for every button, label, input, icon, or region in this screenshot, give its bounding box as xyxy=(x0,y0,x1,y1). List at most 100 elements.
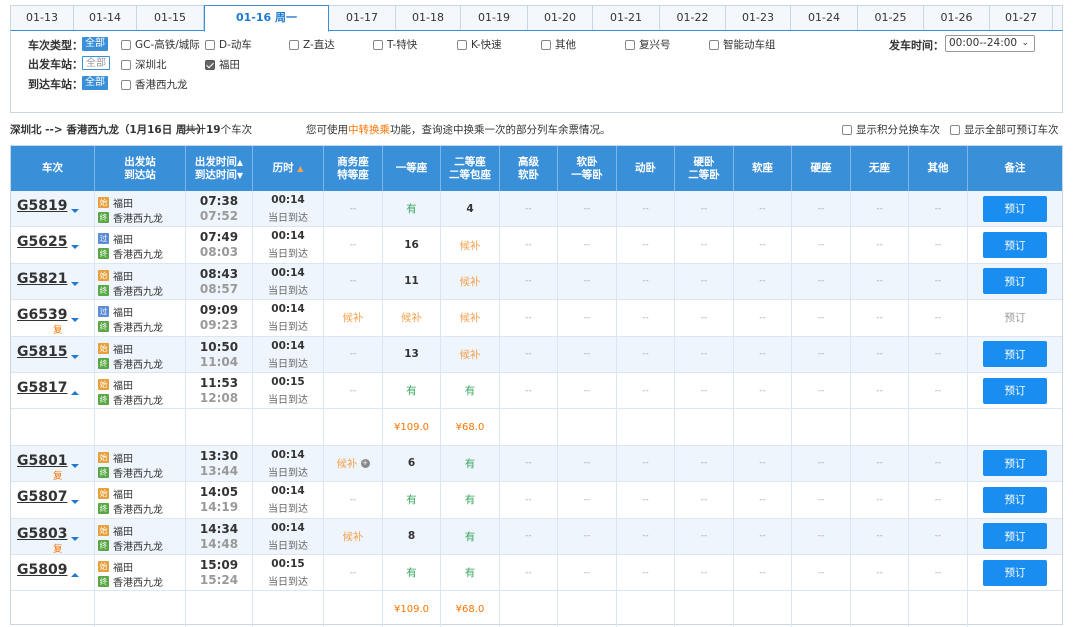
show-bookable-option[interactable]: 显示全部可预订车次 xyxy=(950,122,1059,137)
depart-option-futian[interactable]: 福田 xyxy=(205,57,240,72)
date-tab[interactable]: 01-19 xyxy=(461,6,528,30)
date-tab[interactable]: 01-17 xyxy=(329,6,396,30)
date-tab[interactable]: 01-16 周一 xyxy=(204,5,329,32)
date-tab[interactable]: 01-27 xyxy=(990,6,1053,30)
date-tab[interactable]: 01-25 xyxy=(858,6,924,30)
depart-station-name: 福田 xyxy=(113,563,133,574)
train-type-option[interactable]: 智能动车组 xyxy=(709,37,776,52)
date-tab[interactable]: 01-26 xyxy=(924,6,990,30)
depart-option-shenzhenbei[interactable]: 深圳北 xyxy=(121,57,167,72)
depart-all-button[interactable]: 全部 xyxy=(82,56,110,70)
checkbox-icon[interactable] xyxy=(709,39,719,50)
seat-availability: -- xyxy=(700,531,708,542)
table-row: G5809 始福田终香港西九龙 15:09 15:24 00:15 当日到达 -- 有有 -- -… xyxy=(11,555,1062,592)
sort-down-icon[interactable]: ▼ xyxy=(237,171,243,180)
train-number-link[interactable]: G5815 xyxy=(17,344,67,360)
book-button[interactable]: 预订 xyxy=(983,523,1047,550)
chevron-down-icon[interactable] xyxy=(71,245,79,250)
train-type-option[interactable]: D-动车 xyxy=(205,37,252,52)
date-tab[interactable]: 01-23 xyxy=(726,6,791,30)
checkbox-icon[interactable] xyxy=(205,39,215,50)
book-button[interactable]: 预订 xyxy=(983,268,1047,295)
chevron-down-icon[interactable] xyxy=(71,209,79,213)
table-cell xyxy=(968,591,1062,626)
seat-availability: -- xyxy=(934,349,942,360)
book-button[interactable]: 预订 xyxy=(983,559,1047,586)
train-type-option[interactable]: K-快速 xyxy=(457,37,502,52)
date-tab[interactable]: 01-14 xyxy=(74,6,137,30)
info-icon[interactable]: + xyxy=(360,458,370,468)
date-tab[interactable]: 01-22 xyxy=(660,6,726,30)
transfer-link[interactable]: 中转换乘 xyxy=(348,124,390,136)
book-button[interactable]: 预订 xyxy=(983,450,1047,477)
train-number-link[interactable]: G5803 xyxy=(17,526,67,542)
chevron-down-icon[interactable] xyxy=(71,318,79,323)
train-type-all-button[interactable]: 全部 xyxy=(82,37,108,51)
seat-availability: -- xyxy=(934,240,942,251)
train-number-link[interactable]: G5807 xyxy=(17,489,67,505)
filter-panel: 车次类型： 全部 GC-高铁/城际 D-动车 Z-直达 T-特快 K-快速 其他 复兴号 智能… xyxy=(10,31,1063,113)
train-type-option[interactable]: Z-直达 xyxy=(289,37,335,52)
seat-availability: 16 xyxy=(404,239,419,252)
chevron-down-icon[interactable] xyxy=(71,281,79,286)
checkbox-icon[interactable] xyxy=(289,39,299,50)
col-duration[interactable]: 历时 ▲ xyxy=(253,146,324,191)
train-number-link[interactable]: G5625 xyxy=(17,234,67,250)
arrive-option-xijiulong[interactable]: 香港西九龙 xyxy=(121,77,188,92)
chevron-down-icon[interactable] xyxy=(71,536,79,541)
train-type-option[interactable]: T-特快 xyxy=(373,37,417,52)
checkbox-icon[interactable] xyxy=(625,39,635,50)
book-button[interactable]: 预订 xyxy=(983,486,1047,513)
date-tab[interactable]: 01-18 xyxy=(396,6,461,30)
train-type-option[interactable]: 其他 xyxy=(541,37,576,52)
seat-availability: 有 xyxy=(406,203,417,216)
col-time[interactable]: 出发时间▲ 到达时间▼ xyxy=(186,146,253,191)
checkbox-checked-icon[interactable] xyxy=(205,59,215,70)
date-tab[interactable]: 01-24 xyxy=(791,6,858,30)
arrive-all-button[interactable]: 全部 xyxy=(82,76,108,90)
date-tab[interactable]: 01-20 xyxy=(528,6,593,30)
train-number-link[interactable]: G5801 xyxy=(17,453,67,469)
table-cell: -- xyxy=(617,555,675,591)
table-cell: 有 xyxy=(383,373,441,409)
table-cell: 07:49 08:03 xyxy=(186,227,253,263)
chevron-down-icon[interactable] xyxy=(71,463,79,468)
checkbox-icon[interactable] xyxy=(121,79,131,90)
checkbox-icon[interactable] xyxy=(121,59,131,70)
book-button[interactable]: 预订 xyxy=(983,341,1047,368)
checkbox-icon[interactable] xyxy=(121,39,131,50)
train-type-option[interactable]: 复兴号 xyxy=(625,37,671,52)
train-number-link[interactable]: G5817 xyxy=(17,380,67,396)
checkbox-icon[interactable] xyxy=(950,124,960,135)
chevron-up-icon[interactable] xyxy=(71,573,79,577)
book-button[interactable]: 预订 xyxy=(983,377,1047,404)
station-tag-icon: 过 xyxy=(98,306,109,318)
chevron-down-icon[interactable] xyxy=(71,500,79,505)
book-button[interactable]: 预订 xyxy=(983,232,1047,259)
date-tab[interactable]: 01-21 xyxy=(593,6,660,30)
show-points-option[interactable]: 显示积分兑换车次 xyxy=(842,122,940,137)
train-type-option[interactable]: GC-高铁/城际 xyxy=(121,37,200,52)
depart-time-select[interactable]: 00:00--24:00 ⌄ xyxy=(945,35,1035,52)
date-tab[interactable]: 01-13 xyxy=(11,6,74,30)
chevron-down-icon[interactable] xyxy=(71,354,79,359)
second-class-price: ¥68.0 xyxy=(455,603,485,615)
seat-availability: -- xyxy=(700,240,708,251)
train-number-link[interactable]: G5819 xyxy=(17,198,67,214)
seat-availability: -- xyxy=(700,349,708,360)
seat-availability: 有 xyxy=(406,385,417,398)
chevron-up-icon[interactable] xyxy=(71,391,79,395)
sort-up-icon[interactable]: ▲ xyxy=(297,164,303,173)
train-number-link[interactable]: G5809 xyxy=(17,562,67,578)
checkbox-icon[interactable] xyxy=(842,124,852,135)
book-button[interactable]: 预订 xyxy=(983,195,1047,222)
depart-time: 08:43 xyxy=(199,266,239,281)
checkbox-icon[interactable] xyxy=(373,39,383,50)
train-number-link[interactable]: G5821 xyxy=(17,271,67,287)
sort-up-icon[interactable]: ▲ xyxy=(237,158,243,167)
train-number-link[interactable]: G6539 xyxy=(17,307,67,323)
checkbox-icon[interactable] xyxy=(541,39,551,50)
arrival-note: 当日到达 xyxy=(268,358,308,370)
checkbox-icon[interactable] xyxy=(457,39,467,50)
date-tab[interactable]: 01-15 xyxy=(137,6,204,30)
